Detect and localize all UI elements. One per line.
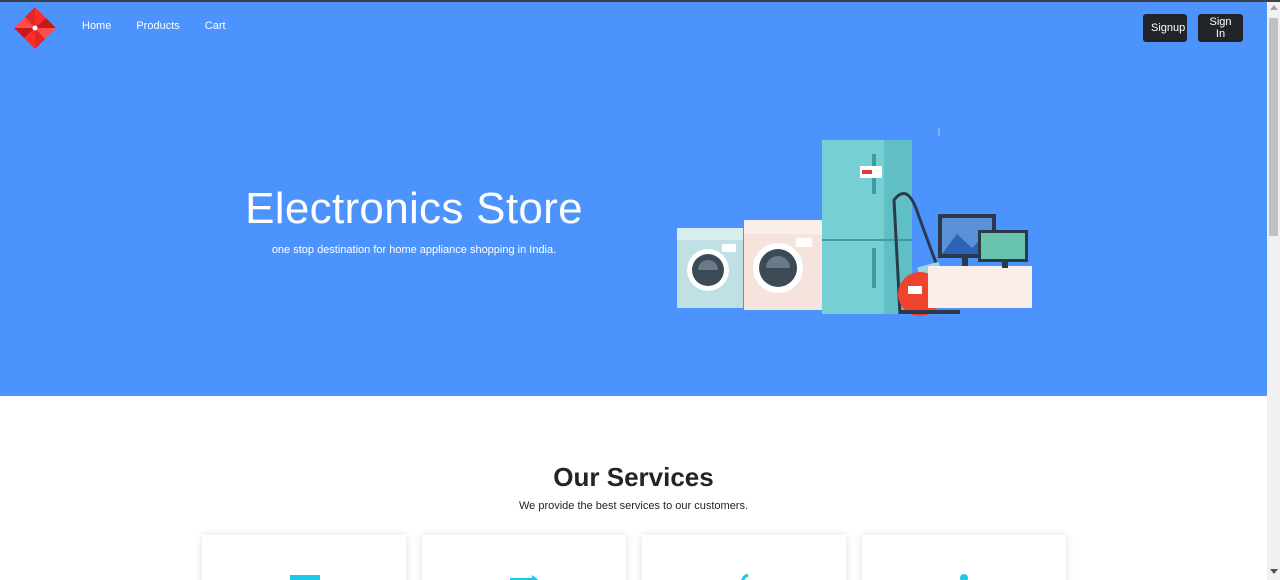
nav-home-link[interactable]: Home [82,20,111,32]
hero-subtitle: one stop destination for home appliance … [271,244,557,256]
hero-section: Home Products Cart Signup Sign In Electr… [0,2,1267,396]
pinwheel-logo-icon[interactable] [12,5,58,51]
exchange-arrow-icon [510,575,538,580]
hero-title: Electronics Store [245,184,583,233]
service-card-payment[interactable] [642,535,846,580]
service-card-delivery[interactable] [202,535,406,580]
nav-cart-link[interactable]: Cart [205,20,226,32]
truck-icon [290,575,320,580]
page: Home Products Cart Signup Sign In Electr… [0,2,1267,580]
vertical-scrollbar[interactable] [1267,2,1280,580]
scroll-up-arrow-icon[interactable] [1270,5,1278,10]
scroll-down-arrow-icon[interactable] [1270,569,1278,574]
scrollbar-thumb[interactable] [1269,18,1278,236]
service-card-exchange[interactable] [422,535,626,580]
service-card-support[interactable] [862,535,1066,580]
nav-links: Home Products Cart [82,20,251,32]
services-subtitle: We provide the best services to our cust… [518,500,749,512]
signin-button[interactable]: Sign In [1198,14,1243,42]
dollar-icon [741,573,749,580]
services-title: Our Services [553,462,714,492]
service-cards [202,535,1066,580]
info-icon [960,574,968,580]
home-appliances-illustration [677,128,1032,316]
nav-products-link[interactable]: Products [136,20,179,32]
navbar: Home Products Cart Signup Sign In [0,2,1267,54]
signup-button[interactable]: Signup [1143,14,1187,42]
